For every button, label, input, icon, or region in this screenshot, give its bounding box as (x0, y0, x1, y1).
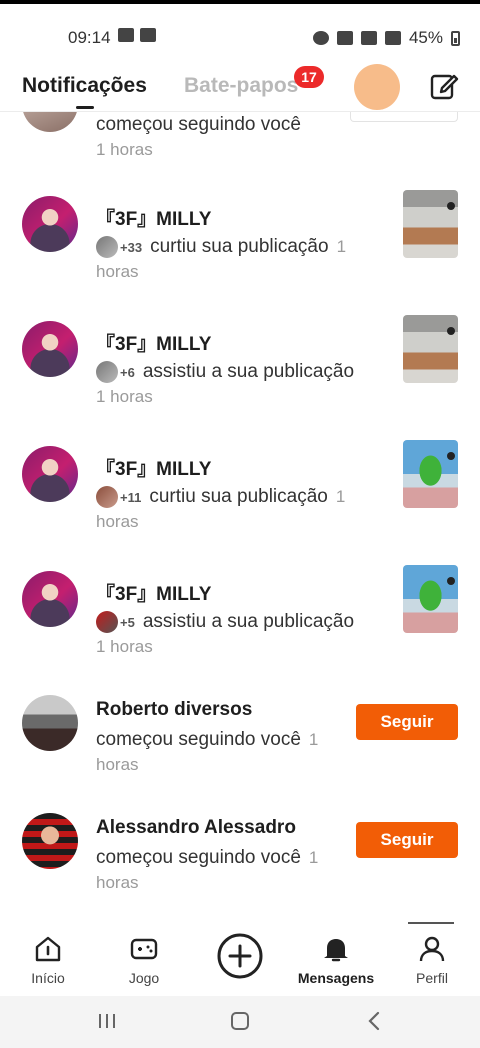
time-inline: 1 (308, 730, 319, 749)
nav-profile[interactable]: Perfil (392, 934, 472, 986)
home-button-icon[interactable] (229, 1010, 251, 1032)
avatar[interactable] (22, 813, 78, 869)
nav-game[interactable]: Jogo (104, 934, 184, 986)
notification-action: +11 curtiu sua publicação 1 (96, 486, 345, 508)
bell-icon (324, 939, 348, 962)
status-time: 09:14 (68, 28, 111, 47)
post-thumbnail[interactable] (403, 565, 458, 633)
time-inline: 1 (308, 848, 319, 867)
action-text: curtiu sua publicação (150, 236, 329, 257)
notification-user-name[interactable]: 『3F』MILLY (96, 204, 211, 231)
nav-label: Mensagens (297, 970, 375, 986)
notification-action: +33 curtiu sua publicação 1 (96, 236, 346, 258)
post-thumbnail[interactable] (403, 315, 458, 383)
nav-label: Perfil (416, 970, 448, 986)
action-text: começou seguindo você (96, 729, 301, 750)
person-icon (419, 936, 445, 962)
action-text: começou seguindo você (96, 847, 301, 868)
notifications-screen: 09:14 45% Notificações Bate-papos 17 com… (0, 0, 480, 1048)
tab-notifications[interactable]: Notificações (22, 74, 147, 98)
stack-count: +5 (120, 614, 135, 630)
notification-action: começou seguindo você 1 (96, 729, 318, 751)
nav-messages[interactable]: Mensagens (296, 934, 376, 986)
time-inline: 1 (335, 487, 346, 506)
notification-user-name[interactable]: 『3F』MILLY (96, 329, 211, 356)
status-bar: 09:14 45% (0, 8, 480, 62)
nav-home[interactable]: Início (8, 934, 88, 986)
notification-action: começou seguindo você 1 (96, 847, 318, 869)
home-icon (35, 936, 61, 962)
list-item[interactable]: 『3F』MILLY +11 curtiu sua publicação 1 ho… (0, 440, 480, 550)
avatar[interactable] (22, 695, 78, 751)
status-icons-right: 45% (312, 28, 460, 48)
stack-count: +33 (120, 239, 143, 255)
list-item[interactable]: 『3F』MILLY +33 curtiu sua publicação 1 ho… (0, 190, 480, 300)
notification-time: horas (96, 512, 139, 531)
notification-action: +5 assistiu a sua publicação (96, 611, 354, 633)
notification-time: horas (96, 873, 139, 892)
notification-time: 1 horas (96, 387, 153, 406)
bottom-nav: Início Jogo Mensagens Perfil (0, 922, 480, 996)
notification-time: 1 horas (96, 637, 153, 656)
plus-circle-icon[interactable] (216, 932, 264, 980)
action-text: curtiu sua publicação (149, 486, 328, 507)
stacked-avatar-icon (96, 486, 118, 508)
status-icons-left (118, 28, 156, 42)
notification-action: começou seguindo você (96, 114, 301, 135)
notification-time: 1 horas (96, 140, 153, 159)
time-inline: 1 (336, 237, 347, 256)
hd-icon (140, 28, 156, 42)
follow-button[interactable]: Seguir (356, 822, 458, 858)
follow-button-partial[interactable] (350, 112, 458, 122)
stacked-avatar-icon (96, 236, 118, 258)
list-item[interactable]: 『3F』MILLY +5 assistiu a sua publicação 1… (0, 565, 480, 675)
nav-divider (408, 922, 454, 924)
stack-count: +11 (120, 489, 142, 505)
recent-apps-icon[interactable] (96, 1010, 118, 1032)
avatar[interactable] (22, 196, 78, 252)
action-text: assistiu a sua publicação (142, 611, 355, 632)
list-item[interactable]: Alessandro Alessadro começou seguindo vo… (0, 810, 480, 920)
follow-button[interactable]: Seguir (356, 704, 458, 740)
notification-time: horas (96, 755, 139, 774)
avatar[interactable] (22, 112, 78, 132)
notifications-list: começou seguindo você 1 horas 『3F』MILLY … (0, 112, 480, 922)
header: Notificações Bate-papos 17 (0, 62, 480, 112)
avatar[interactable] (22, 321, 78, 377)
compose-icon[interactable] (428, 70, 460, 102)
mute-icon (336, 31, 353, 45)
notification-user-name[interactable]: Alessandro Alessadro (96, 817, 296, 839)
chats-badge: 17 (294, 66, 324, 88)
stacked-avatar-icon (96, 611, 118, 633)
stack-count: +6 (120, 364, 135, 380)
wifi-icon (360, 31, 377, 45)
video-icon (118, 28, 134, 42)
touch-indicator (354, 64, 400, 110)
signal-icon (384, 31, 401, 45)
list-item[interactable]: começou seguindo você 1 horas (0, 112, 480, 172)
tab-chats[interactable]: Bate-papos (184, 74, 298, 98)
nav-label: Jogo (128, 970, 160, 986)
back-icon[interactable] (364, 1010, 386, 1032)
notification-action: +6 assistiu a sua publicação (96, 361, 354, 383)
gamepad-icon (130, 938, 158, 960)
avatar[interactable] (22, 571, 78, 627)
nav-label: Início (31, 970, 65, 986)
post-thumbnail[interactable] (403, 440, 458, 508)
active-tab-indicator (76, 106, 94, 109)
alarm-icon (312, 31, 329, 45)
stacked-avatar-icon (96, 361, 118, 383)
battery-icon (451, 30, 460, 46)
action-text: assistiu a sua publicação (142, 361, 355, 382)
notification-time: horas (96, 262, 139, 281)
battery-percent: 45% (408, 28, 443, 47)
notification-user-name[interactable]: 『3F』MILLY (96, 579, 211, 606)
list-item[interactable]: 『3F』MILLY +6 assistiu a sua publicação 1… (0, 315, 480, 425)
list-item[interactable]: Roberto diversos começou seguindo você 1… (0, 692, 480, 802)
post-thumbnail[interactable] (403, 190, 458, 258)
notification-user-name[interactable]: 『3F』MILLY (96, 454, 211, 481)
avatar[interactable] (22, 446, 78, 502)
system-nav-bar (0, 996, 480, 1048)
notification-user-name[interactable]: Roberto diversos (96, 699, 252, 721)
